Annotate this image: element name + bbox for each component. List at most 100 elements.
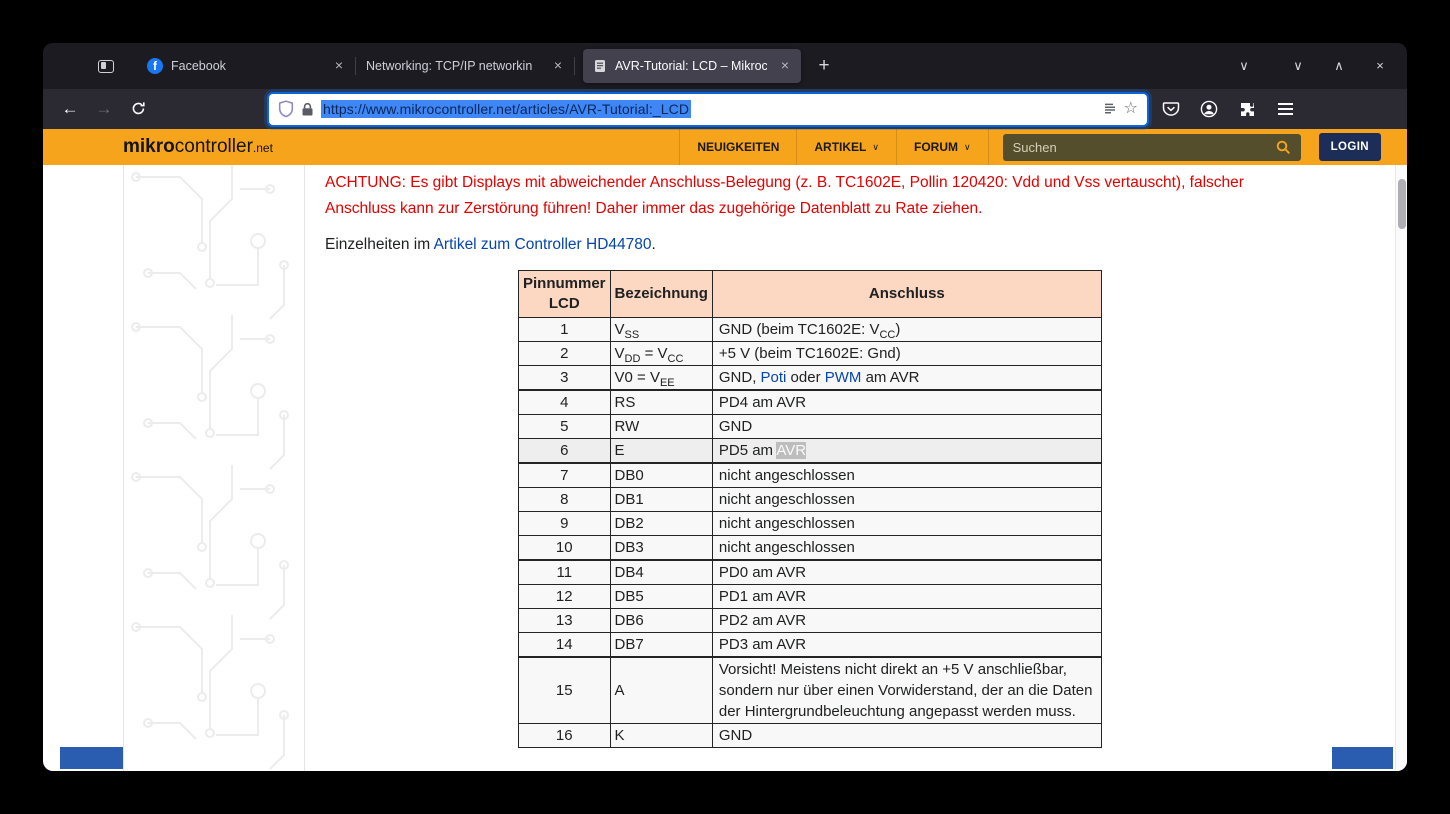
menu-icon[interactable] xyxy=(1271,95,1299,123)
close-window-button[interactable]: × xyxy=(1365,51,1395,81)
tab-title: Facebook xyxy=(171,59,321,73)
article-container: ACHTUNG: Es gibt Displays mit abweichend… xyxy=(123,165,1332,771)
facebook-icon: f xyxy=(147,58,163,74)
account-icon[interactable] xyxy=(1195,95,1223,123)
table-row: 4RSPD4 am AVR xyxy=(519,390,1102,415)
bezeichnung-cell: DB3 xyxy=(610,536,712,561)
new-tab-button[interactable]: + xyxy=(809,51,839,81)
url-bar[interactable]: https://www.mikrocontroller.net/articles… xyxy=(269,94,1147,125)
table-row: 8DB1nicht angeschlossen xyxy=(519,488,1102,512)
anschluss-cell: nicht angeschlossen xyxy=(712,536,1101,561)
login-button[interactable]: LOGIN xyxy=(1319,133,1381,161)
page-favicon xyxy=(593,59,607,73)
pocket-icon[interactable] xyxy=(1157,95,1185,123)
url-text[interactable]: https://www.mikrocontroller.net/articles… xyxy=(321,100,691,118)
header-anschluss: Anschluss xyxy=(712,271,1101,318)
table-row: 2VDD = VCC+5 V (beim TC1602E: Gnd) xyxy=(519,342,1102,366)
header-bezeichnung: Bezeichnung xyxy=(610,271,712,318)
reload-button[interactable] xyxy=(123,94,153,124)
bezeichnung-cell: RW xyxy=(610,415,712,439)
close-tab-icon[interactable]: × xyxy=(329,56,349,76)
list-all-tabs-button[interactable]: ∨ xyxy=(1229,51,1259,81)
bezeichnung-cell: V0 = VEE xyxy=(610,366,712,391)
bezeichnung-cell: DB0 xyxy=(610,463,712,488)
tab-bar: f Facebook × Networking: TCP/IP networki… xyxy=(43,43,1407,89)
anschluss-cell: nicht angeschlossen xyxy=(712,488,1101,512)
bookmark-star-icon[interactable]: ☆ xyxy=(1124,101,1138,117)
table-row: 10DB3nicht angeschlossen xyxy=(519,536,1102,561)
pin-number-cell: 5 xyxy=(519,415,611,439)
bezeichnung-cell: DB2 xyxy=(610,512,712,536)
table-row: 11DB4PD0 am AVR xyxy=(519,560,1102,585)
close-tab-icon[interactable]: × xyxy=(548,56,568,76)
lcd-pin-table: Pinnummer LCD Bezeichnung Anschluss 1VSS… xyxy=(518,270,1102,748)
close-tab-icon[interactable]: × xyxy=(775,56,795,76)
table-row: 12DB5PD1 am AVR xyxy=(519,585,1102,609)
tab-facebook[interactable]: f Facebook × xyxy=(137,49,355,83)
table-row: 16KGND xyxy=(519,724,1102,748)
pin-number-cell: 11 xyxy=(519,560,611,585)
nav-forum[interactable]: FORUM ∨ xyxy=(896,129,989,165)
pin-number-cell: 15 xyxy=(519,657,611,724)
warning-text: ACHTUNG: Es gibt Displays mit abweichend… xyxy=(325,170,1312,222)
firefox-view-icon xyxy=(98,60,114,73)
bezeichnung-cell: VDD = VCC xyxy=(610,342,712,366)
firefox-view-button[interactable] xyxy=(91,51,121,81)
anschluss-cell: nicht angeschlossen xyxy=(712,463,1101,488)
pin-number-cell: 9 xyxy=(519,512,611,536)
inline-link[interactable]: PWM xyxy=(825,369,862,386)
scrollbar-thumb[interactable] xyxy=(1398,179,1406,229)
maximize-button[interactable]: ∧ xyxy=(1324,51,1354,81)
table-row: 15AVorsicht! Meistens nicht direkt an +5… xyxy=(519,657,1102,724)
circuit-pattern xyxy=(124,165,305,771)
anschluss-cell: GND, Poti oder PWM am AVR xyxy=(712,366,1101,391)
tab-networking[interactable]: Networking: TCP/IP networkin × xyxy=(356,49,574,83)
bezeichnung-cell: VSS xyxy=(610,318,712,342)
site-logo[interactable]: mikrocontroller.net xyxy=(123,136,273,158)
nav-neuigkeiten[interactable]: NEUIGKEITEN xyxy=(679,129,796,165)
bezeichnung-cell: DB4 xyxy=(610,560,712,585)
bezeichnung-cell: RS xyxy=(610,390,712,415)
pin-number-cell: 6 xyxy=(519,439,611,464)
inline-link[interactable]: Poti xyxy=(761,369,787,386)
pin-number-cell: 3 xyxy=(519,366,611,391)
tab-title: AVR-Tutorial: LCD – Mikroc xyxy=(615,59,767,73)
anschluss-cell: PD2 am AVR xyxy=(712,609,1101,633)
bezeichnung-cell: A xyxy=(610,657,712,724)
intro-text: Einzelheiten im Artikel zum Controller H… xyxy=(325,234,1312,256)
anschluss-cell: GND (beim TC1602E: VCC) xyxy=(712,318,1101,342)
page-viewport: ACHTUNG: Es gibt Displays mit abweichend… xyxy=(43,165,1407,771)
extensions-icon[interactable] xyxy=(1233,95,1261,123)
tracking-protection-shield-icon[interactable] xyxy=(278,100,294,118)
table-header-row: Pinnummer LCD Bezeichnung Anschluss xyxy=(519,271,1102,318)
page-scrollbar[interactable] xyxy=(1395,165,1407,771)
search-input[interactable] xyxy=(1003,140,1267,155)
reader-mode-icon[interactable] xyxy=(1103,102,1117,116)
article-body: ACHTUNG: Es gibt Displays mit abweichend… xyxy=(305,165,1332,771)
hd44780-link[interactable]: Artikel zum Controller HD44780 xyxy=(434,236,652,253)
bezeichnung-cell: E xyxy=(610,439,712,464)
pin-number-cell: 13 xyxy=(519,609,611,633)
pin-number-cell: 1 xyxy=(519,318,611,342)
chevron-down-icon: ∨ xyxy=(872,142,879,153)
nav-artikel[interactable]: ARTIKEL ∨ xyxy=(796,129,896,165)
table-row: 5RWGND xyxy=(519,415,1102,439)
anschluss-cell: GND xyxy=(712,724,1101,748)
navigation-toolbar: ← → https://www.mikrocontroller.net/arti… xyxy=(43,89,1407,129)
minimize-button[interactable]: ∨ xyxy=(1283,51,1313,81)
anschluss-cell: PD5 am AVR xyxy=(712,439,1101,464)
back-button[interactable]: ← xyxy=(55,94,85,124)
lock-icon[interactable] xyxy=(301,102,314,117)
forward-button[interactable]: → xyxy=(89,94,119,124)
tab-separator xyxy=(574,57,575,75)
pin-number-cell: 2 xyxy=(519,342,611,366)
site-header: mikrocontroller.net NEUIGKEITEN ARTIKEL … xyxy=(43,129,1407,165)
tab-avr-tutorial-active[interactable]: AVR-Tutorial: LCD – Mikroc × xyxy=(583,49,801,83)
table-row: 7DB0nicht angeschlossen xyxy=(519,463,1102,488)
bezeichnung-cell: DB1 xyxy=(610,488,712,512)
bezeichnung-cell: DB7 xyxy=(610,633,712,658)
bezeichnung-cell: DB6 xyxy=(610,609,712,633)
pin-number-cell: 7 xyxy=(519,463,611,488)
pin-number-cell: 16 xyxy=(519,724,611,748)
search-button[interactable] xyxy=(1267,134,1301,161)
